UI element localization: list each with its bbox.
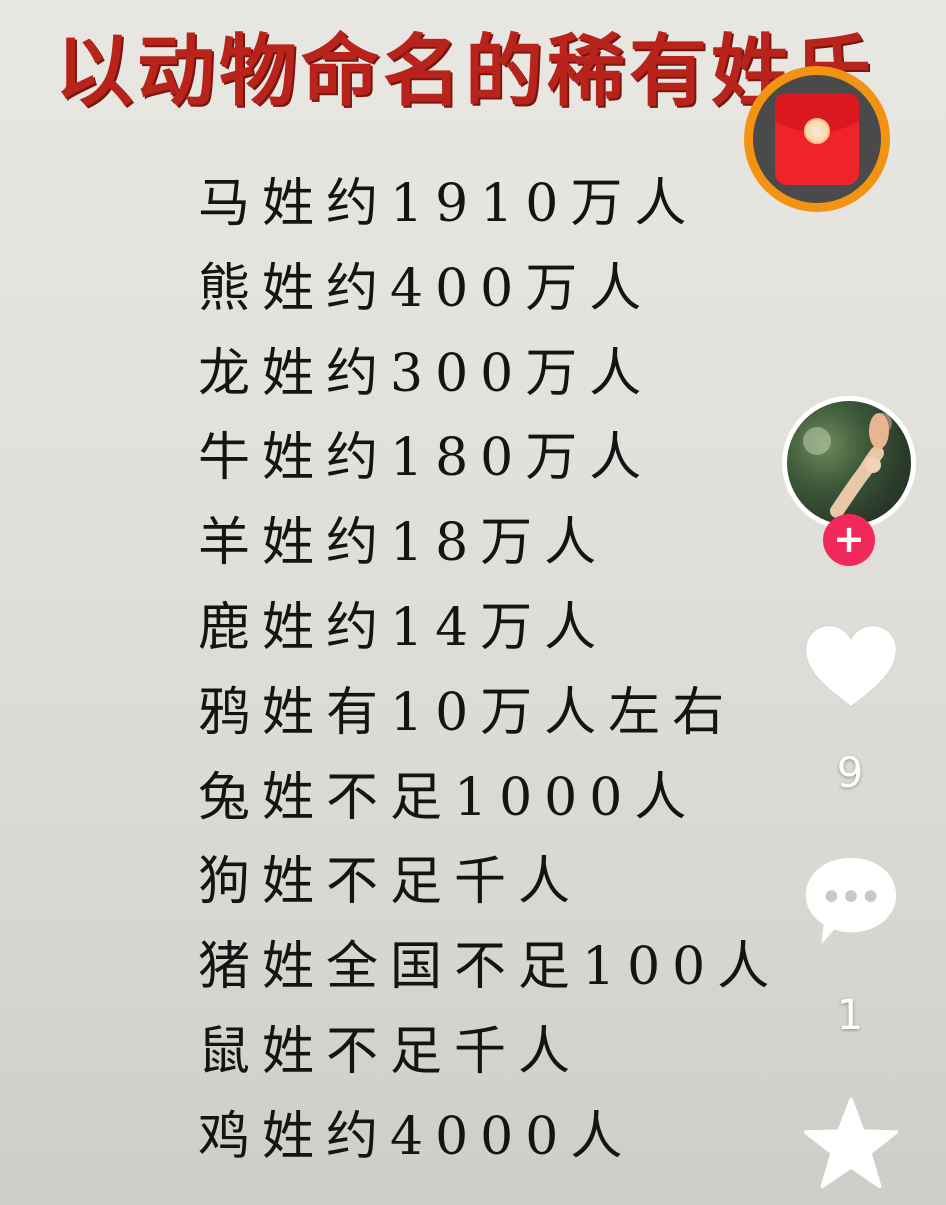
- list-item: 羊姓约18万人: [198, 513, 609, 574]
- list-item: 龙姓约300万人: [198, 343, 654, 404]
- list-item: 狗姓不足千人: [198, 852, 583, 913]
- comment-icon[interactable]: [802, 852, 900, 950]
- avatar[interactable]: [782, 396, 916, 530]
- like-count: 9: [836, 748, 864, 797]
- list-item: 兔姓不足1000人: [198, 767, 699, 828]
- list-item: 马姓约1910万人: [198, 174, 699, 234]
- list-item: 牛姓约180万人: [198, 428, 654, 489]
- star-icon[interactable]: [802, 1096, 900, 1194]
- list-item: 鼠姓不足千人: [198, 1021, 583, 1082]
- red-packet-button[interactable]: [744, 66, 890, 212]
- list-item: 鹿姓约14万人: [198, 597, 609, 658]
- list-item: 猪姓全国不足100人: [198, 937, 782, 998]
- red-packet-icon: [775, 93, 859, 185]
- list-item: 鸦姓有10万人左右: [198, 682, 737, 743]
- avatar-image: [803, 413, 892, 518]
- list-item: 鸡姓约4000人: [198, 1106, 635, 1167]
- surname-list: 马姓约1910万人 熊姓约400万人 龙姓约300万人 牛姓约180万人 羊姓约…: [198, 162, 781, 1180]
- follow-button[interactable]: +: [823, 514, 875, 566]
- heart-icon[interactable]: [802, 620, 900, 718]
- comment-count: 1: [836, 990, 864, 1039]
- list-item: 熊姓约400万人: [198, 258, 654, 319]
